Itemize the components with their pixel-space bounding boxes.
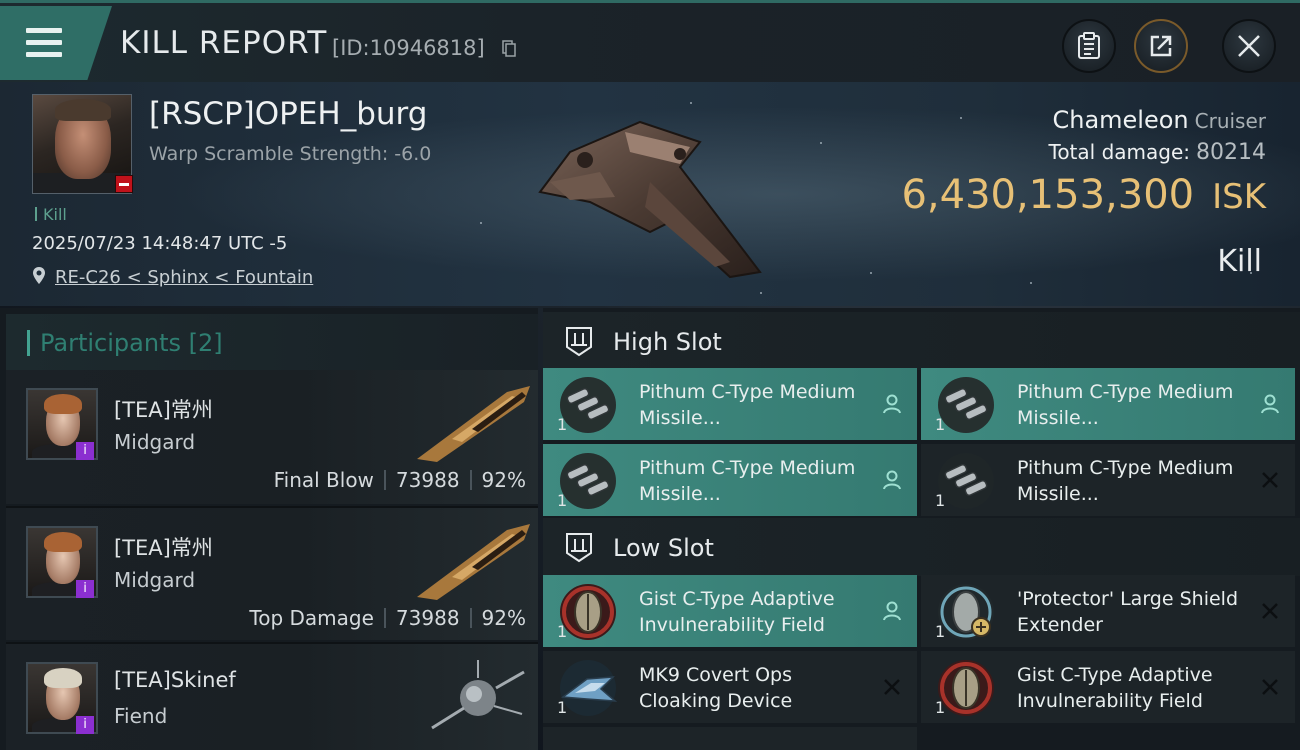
low-slot-title: Low Slot (613, 534, 714, 562)
module-name: Pithum C-Type Medium Missile... (639, 381, 856, 429)
ship-class: Cruiser (1194, 109, 1266, 133)
pilot-icon (883, 470, 901, 490)
participant-damage: 73988 (395, 468, 460, 492)
ship-name-text: Chameleon (1052, 106, 1189, 134)
participant-row[interactable]: i [TEA]常州 Midgard Final Blow 73988 92% (6, 370, 538, 504)
menu-button[interactable] (0, 6, 112, 80)
participants-header: Participants [2] (6, 314, 538, 370)
info-badge-icon: i (76, 580, 94, 598)
share-icon (1150, 35, 1172, 57)
warp-scramble-strength: Warp Scramble Strength: -6.0 (149, 143, 432, 165)
participant-ship-image (417, 386, 530, 462)
module-slot[interactable]: 1 Pithum C-Type Medium Missile... (543, 368, 917, 440)
header-bar: KILL REPORT [ID:10946818] (0, 0, 1300, 82)
isk-amount: 6,430,153,300 (901, 172, 1195, 218)
module-slot[interactable]: 1 Pithum C-Type Medium Missile... (921, 444, 1295, 516)
module-quantity: 1 (557, 491, 568, 510)
module-name: 'Protector' Large Shield Extender (1017, 588, 1239, 636)
participant-corp: Fiend (114, 704, 168, 728)
participant-name: [TEA]Skinef (114, 668, 236, 692)
participant-ship-image (417, 524, 530, 600)
pilot-icon (883, 601, 901, 621)
share-button[interactable] (1134, 19, 1188, 73)
destroyed-icon (1262, 472, 1278, 488)
high-slot-header: High Slot (543, 312, 1300, 370)
low-slot-header: Low Slot (543, 518, 1300, 576)
module-name: Gist C-Type Adaptive Invulnerability Fie… (639, 588, 835, 636)
participant-corp: Midgard (114, 568, 196, 592)
participant-row[interactable]: i [TEA]Skinef Fiend (6, 642, 538, 750)
module-slot-partial[interactable] (543, 727, 917, 750)
module-quantity: 1 (935, 491, 946, 510)
page-title: KILL REPORT (120, 25, 328, 61)
module-slot[interactable]: 1 Gist C-Type Adaptive Invulnerability F… (543, 575, 917, 647)
participant-percent: 92% (481, 468, 526, 492)
low-slot-icon (566, 533, 592, 563)
module-quantity: 1 (557, 415, 568, 434)
info-badge-icon: i (76, 716, 94, 734)
close-button[interactable] (1222, 19, 1276, 73)
module-quantity: 1 (557, 698, 568, 717)
location-text[interactable]: RE-C26 < Sphinx < Fountain (55, 267, 313, 288)
total-damage-value: 80214 (1196, 140, 1266, 165)
location-pin-icon (33, 267, 45, 284)
victim-name[interactable]: [RSCP]OPEH_burg (149, 96, 427, 132)
hamburger-icon (26, 28, 62, 58)
hostile-status-icon (115, 175, 133, 193)
close-icon (1238, 35, 1260, 57)
participant-name: [TEA]常州 (114, 536, 213, 560)
participant-name: [TEA]常州 (114, 398, 213, 422)
high-slot-icon (566, 327, 592, 357)
participant-corp: Midgard (114, 430, 196, 454)
destroyed-icon (884, 679, 900, 695)
destroyed-icon (1262, 603, 1278, 619)
total-damage-label: Total damage: (1048, 140, 1191, 164)
kill-timestamp: 2025/07/23 14:48:47 UTC -5 (32, 233, 288, 254)
report-id: [ID:10946818] (332, 36, 485, 60)
module-quantity: 1 (935, 415, 946, 434)
clipboard-button[interactable] (1062, 19, 1116, 73)
ship-image[interactable] (530, 112, 770, 282)
participant-role: Top Damage (249, 606, 374, 630)
participants-panel: Participants [2] i [TEA]常州 Midgard Final… (0, 308, 538, 750)
destroyed-icon (1262, 679, 1278, 695)
module-name: Pithum C-Type Medium Missile... (1017, 457, 1234, 505)
module-name: MK9 Covert Ops Cloaking Device (639, 664, 793, 712)
participant-percent: 92% (481, 606, 526, 630)
total-damage: Total damage: 80214 (1049, 140, 1267, 165)
isk-unit: ISK (1212, 177, 1266, 217)
module-name: Gist C-Type Adaptive Invulnerability Fie… (1017, 664, 1213, 712)
participant-stats: Top Damage 73988 92% (249, 606, 526, 630)
clipboard-icon (1078, 32, 1100, 59)
module-slot[interactable]: 1 MK9 Covert Ops Cloaking Device (543, 651, 917, 723)
module-name: Pithum C-Type Medium Missile... (639, 457, 856, 505)
copy-icon[interactable] (502, 40, 516, 57)
module-name: Pithum C-Type Medium Missile... (1017, 381, 1234, 429)
module-quantity: 1 (557, 622, 568, 641)
result-label: Kill (1217, 244, 1262, 279)
participant-ship-image (431, 660, 525, 730)
isk-value: 6,430,153,300 ISK (901, 172, 1266, 218)
kill-tag: Kill (35, 205, 67, 224)
pilot-icon (883, 394, 901, 414)
ship-name[interactable]: Chameleon Cruiser (1052, 106, 1266, 134)
participant-stats: Final Blow 73988 92% (274, 468, 526, 492)
module-slot[interactable]: 1 'Protector' Large Shield Extender (921, 575, 1295, 647)
module-slot[interactable]: 1 Gist C-Type Adaptive Invulnerability F… (921, 651, 1295, 723)
module-quantity: 1 (935, 698, 946, 717)
module-quantity: 1 (935, 622, 946, 641)
fitting-panel: High Slot 1 Pithum C-Type Medium Missile… (543, 308, 1300, 750)
participant-row[interactable]: i [TEA]常州 Midgard Top Damage 73988 92% (6, 506, 538, 640)
module-slot[interactable]: 1 Pithum C-Type Medium Missile... (921, 368, 1295, 440)
module-slot[interactable]: 1 Pithum C-Type Medium Missile... (543, 444, 917, 516)
participants-title: Participants [2] (40, 329, 223, 357)
info-badge-icon: i (76, 442, 94, 460)
high-slot-title: High Slot (613, 328, 722, 356)
pilot-icon (1261, 394, 1279, 414)
participant-damage: 73988 (395, 606, 460, 630)
participant-role: Final Blow (273, 468, 374, 492)
